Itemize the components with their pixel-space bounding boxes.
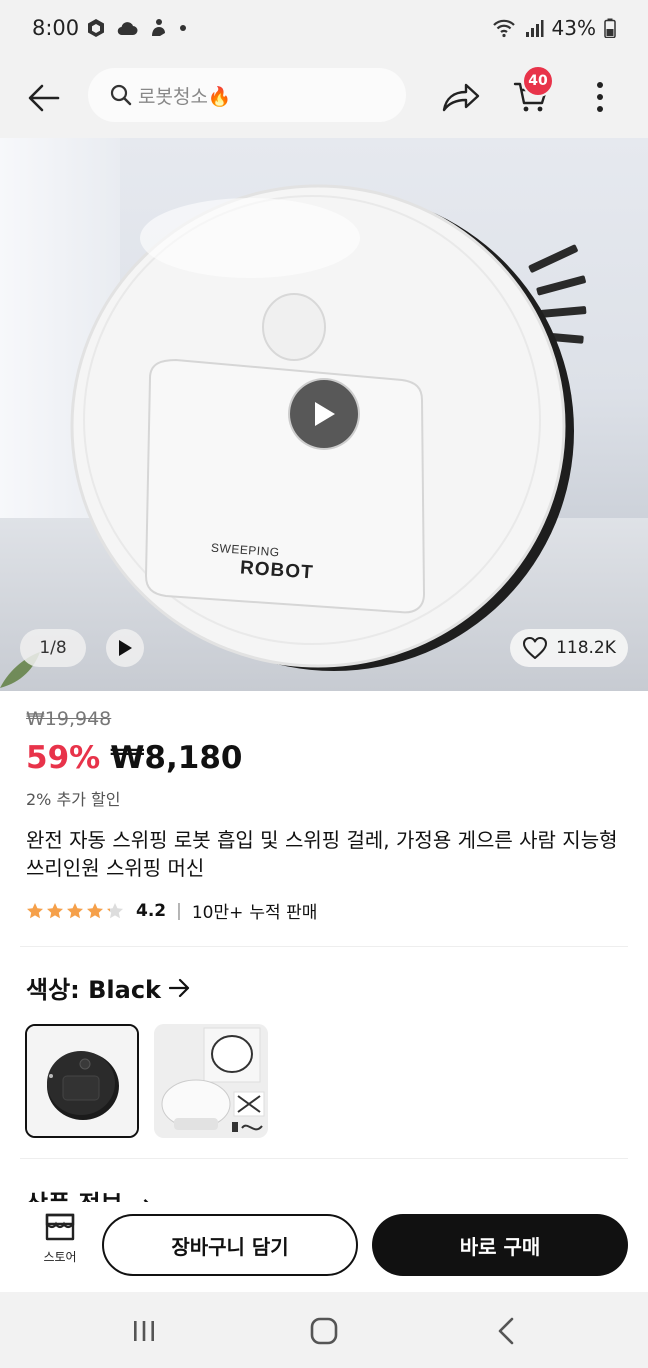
store-label: 스토어 [43, 1250, 77, 1264]
star-icon [107, 902, 123, 918]
rating-row[interactable]: 4.2 | 10만+ 누적 판매 [26, 898, 317, 923]
color-label-text: 색상: Black [26, 976, 162, 1004]
arrow-left-icon [28, 84, 60, 112]
separator: | [176, 900, 182, 921]
rating-stars [26, 902, 124, 920]
image-counter: 1/8 [20, 629, 86, 667]
rating-value: 4.2 [136, 900, 167, 921]
store-button[interactable]: 스토어 [30, 1212, 90, 1282]
status-time: 8:00 [32, 16, 80, 40]
search-icon [110, 84, 132, 106]
battery-text: 43% [551, 16, 596, 40]
battery-icon [604, 18, 616, 38]
star-icon [47, 902, 63, 918]
recent-apps-button[interactable] [124, 1316, 164, 1346]
share-icon [442, 83, 480, 112]
video-play-button[interactable] [288, 378, 360, 450]
like-button[interactable]: 118.2K [510, 629, 628, 667]
system-back-button[interactable] [486, 1314, 526, 1348]
white-robot-thumbnail [154, 1024, 268, 1138]
arrow-right-icon: → [131, 1190, 151, 1202]
heart-icon [523, 637, 548, 659]
status-icons-right: 43% [492, 16, 616, 40]
cloud-icon [117, 22, 138, 36]
search-query: 로봇청소🔥 [138, 85, 232, 108]
divider [20, 946, 628, 947]
share-button[interactable] [438, 74, 484, 120]
status-icons-left [86, 18, 188, 38]
buy-now-button[interactable]: 바로 구매 [372, 1214, 628, 1276]
back-button[interactable] [22, 76, 66, 120]
sale-price: ₩8,180 [110, 740, 243, 776]
black-robot-thumbnail [27, 1026, 137, 1136]
divider [20, 1158, 628, 1159]
system-nav-bar [0, 1292, 648, 1368]
add-to-cart-button[interactable]: 장바구니 담기 [102, 1214, 358, 1276]
star-icon [67, 902, 83, 918]
cart-count-badge: 40 [522, 65, 554, 97]
discount-percent: 59% [26, 740, 101, 776]
store-icon [45, 1213, 75, 1241]
color-option-black[interactable] [25, 1024, 139, 1138]
top-nav: 로봇청소🔥 40 [0, 60, 648, 138]
product-info-heading[interactable]: 상품 정보 → [26, 1184, 151, 1202]
slideshow-play-button[interactable] [106, 629, 144, 667]
more-options-button[interactable] [580, 74, 620, 120]
app-icon [88, 19, 104, 37]
star-icon [27, 902, 43, 918]
person-icon [152, 19, 165, 36]
product-image-carousel[interactable]: SWEEPING ROBOT 1/8 118.2K [0, 138, 648, 691]
bottom-action-bar: 스토어 장바구니 담기 바로 구매 [0, 1202, 648, 1292]
sold-label: 누적 판매 [249, 903, 318, 923]
product-title: 완전 자동 스위핑 로봇 흡입 및 스위핑 걸레, 가정용 게으른 사람 지능형… [26, 828, 618, 880]
product-info-label: 상품 정보 [26, 1190, 123, 1202]
original-price: ₩19,948 [26, 708, 112, 730]
play-icon [315, 402, 335, 426]
play-icon [119, 640, 132, 656]
chevron-left-icon [498, 1317, 514, 1345]
extra-discount: 2% 추가 할인 [26, 790, 121, 809]
star-icon [87, 902, 103, 918]
signal-icon [525, 20, 544, 37]
home-button[interactable] [304, 1314, 344, 1348]
wifi-icon [492, 19, 515, 38]
recent-apps-icon [134, 1321, 154, 1341]
dot-icon [180, 25, 186, 31]
like-count: 118.2K [556, 638, 616, 658]
color-option-white[interactable] [154, 1024, 268, 1138]
price-row: 59% ₩8,180 [26, 740, 242, 776]
color-selector-label[interactable]: 색상: Black [26, 970, 191, 1005]
arrow-right-icon [169, 978, 190, 997]
sold-count: 10만+ [191, 903, 244, 923]
search-input[interactable]: 로봇청소🔥 [88, 68, 406, 122]
more-vertical-icon [597, 82, 603, 112]
status-bar: 8:00 43% [0, 0, 648, 60]
home-icon [310, 1317, 338, 1345]
